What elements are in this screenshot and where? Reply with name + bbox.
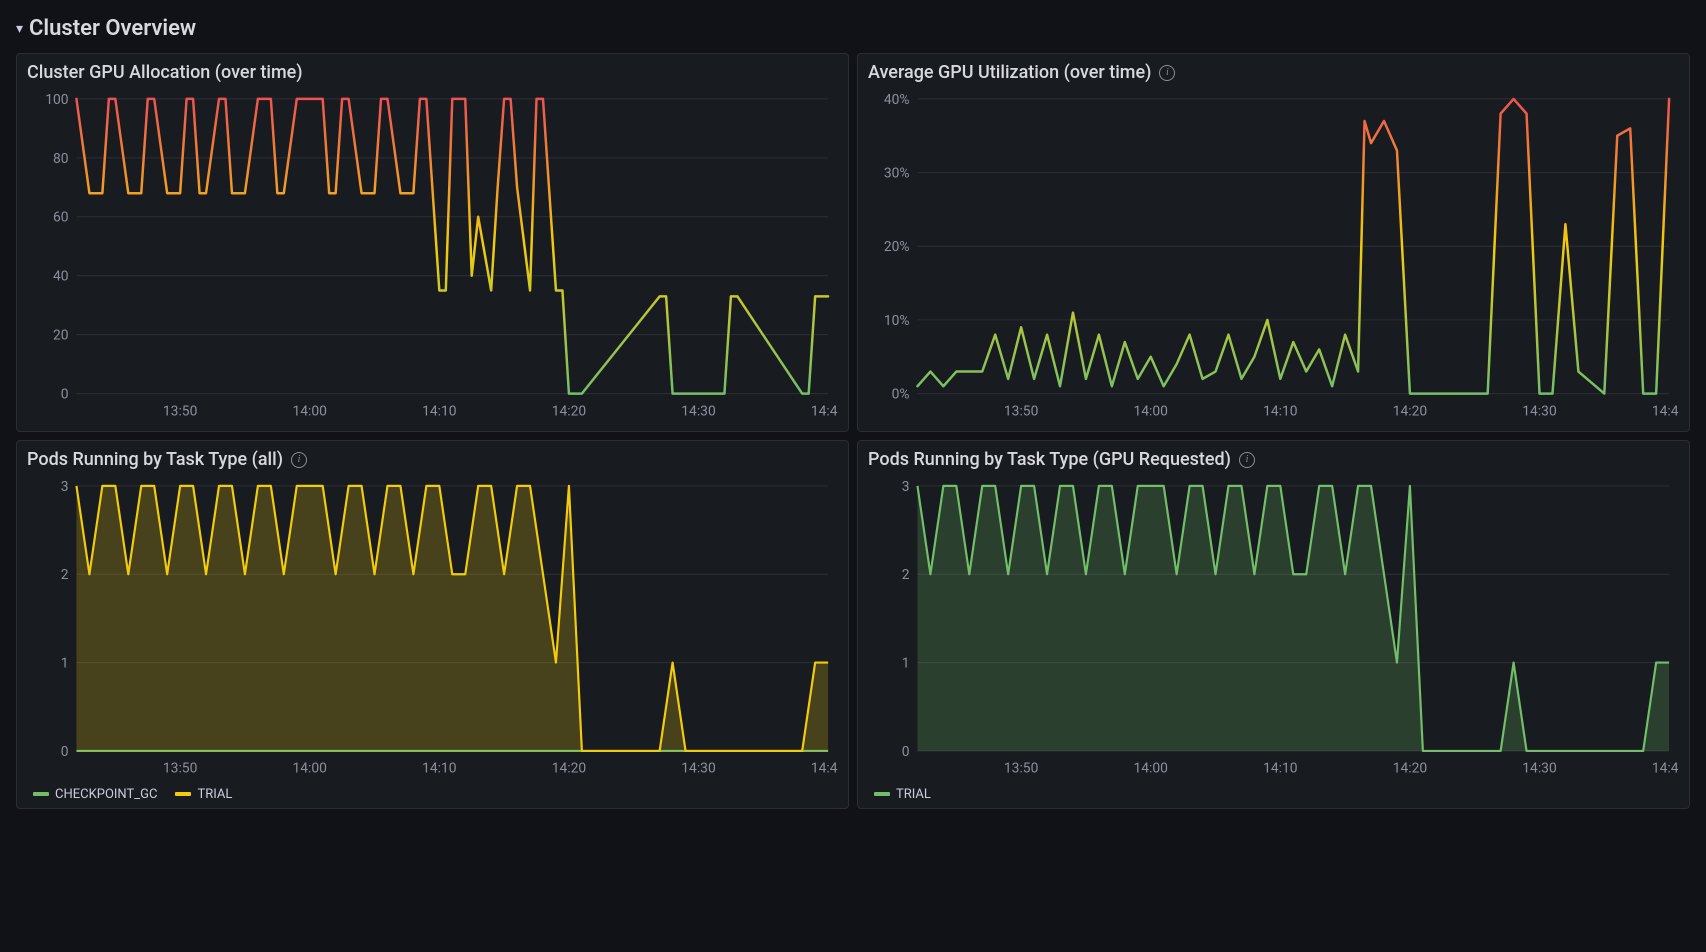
chart: 0 1 2 3 13:50 14:00 14:10 14:20 14:30 14:40 bbox=[27, 476, 838, 783]
chart: 0% 10% 20% 30% 40% 13:50 14:00 14:10 14:20 14:30 1… bbox=[868, 89, 1679, 425]
svg-text:0: 0 bbox=[902, 744, 910, 760]
svg-text:1: 1 bbox=[61, 656, 69, 672]
panel-header: Average GPU Utilization (over time) i bbox=[868, 62, 1679, 83]
panel-title: Cluster GPU Allocation (over time) bbox=[27, 62, 303, 83]
legend-swatch bbox=[175, 792, 191, 796]
svg-text:0: 0 bbox=[61, 744, 69, 760]
panel-header: Pods Running by Task Type (GPU Requested… bbox=[868, 449, 1679, 470]
svg-text:2: 2 bbox=[902, 567, 910, 583]
svg-text:30%: 30% bbox=[884, 166, 910, 182]
svg-text:14:40: 14:40 bbox=[1652, 761, 1679, 777]
legend-swatch bbox=[874, 792, 890, 796]
panel-gpu-utilization[interactable]: Average GPU Utilization (over time) i 0%… bbox=[857, 53, 1690, 432]
svg-text:20: 20 bbox=[53, 328, 69, 344]
legend-item[interactable]: TRIAL bbox=[874, 787, 931, 802]
panel-pods-gpu[interactable]: Pods Running by Task Type (GPU Requested… bbox=[857, 440, 1690, 809]
panel-grid: Cluster GPU Allocation (over time) 02040… bbox=[16, 53, 1690, 809]
legend-item[interactable]: TRIAL bbox=[175, 787, 232, 802]
svg-text:3: 3 bbox=[902, 479, 910, 495]
panel-gpu-allocation[interactable]: Cluster GPU Allocation (over time) 0 20 40… bbox=[16, 53, 849, 432]
svg-text:14:10: 14:10 bbox=[422, 403, 456, 419]
legend-label: CHECKPOINT_GC bbox=[55, 787, 157, 802]
svg-text:14:20: 14:20 bbox=[1393, 761, 1427, 777]
legend-label: TRIAL bbox=[197, 787, 232, 802]
panel-header: Pods Running by Task Type (all) i bbox=[27, 449, 838, 470]
svg-text:14:10: 14:10 bbox=[422, 761, 456, 777]
panel-pods-all[interactable]: Pods Running by Task Type (all) i 0 1 2 3 13… bbox=[16, 440, 849, 809]
legend-label: TRIAL bbox=[896, 787, 931, 802]
legend: CHECKPOINT_GC TRIAL bbox=[27, 783, 838, 802]
panel-header: Cluster GPU Allocation (over time) bbox=[27, 62, 838, 83]
svg-text:2: 2 bbox=[61, 567, 69, 583]
svg-text:14:10: 14:10 bbox=[1263, 403, 1297, 419]
svg-text:14:20: 14:20 bbox=[552, 761, 586, 777]
svg-text:14:30: 14:30 bbox=[681, 403, 715, 419]
legend: TRIAL bbox=[868, 783, 1679, 802]
svg-text:0%: 0% bbox=[892, 387, 910, 403]
svg-text:80: 80 bbox=[53, 151, 69, 167]
info-icon[interactable]: i bbox=[1239, 452, 1255, 468]
svg-text:0: 0 bbox=[61, 387, 69, 403]
svg-text:14:00: 14:00 bbox=[1134, 761, 1168, 777]
svg-text:40: 40 bbox=[53, 269, 69, 285]
svg-text:14:30: 14:30 bbox=[681, 761, 715, 777]
svg-text:100: 100 bbox=[45, 92, 68, 108]
svg-text:40%: 40% bbox=[884, 92, 910, 108]
svg-text:60: 60 bbox=[53, 210, 69, 226]
panel-title: Pods Running by Task Type (all) bbox=[27, 449, 283, 470]
svg-text:13:50: 13:50 bbox=[163, 761, 197, 777]
svg-text:14:30: 14:30 bbox=[1522, 761, 1556, 777]
info-icon[interactable]: i bbox=[1159, 65, 1175, 81]
svg-text:14:40: 14:40 bbox=[811, 403, 838, 419]
svg-text:13:50: 13:50 bbox=[163, 403, 197, 419]
info-icon[interactable]: i bbox=[291, 452, 307, 468]
svg-text:3: 3 bbox=[61, 479, 69, 495]
panel-title: Average GPU Utilization (over time) bbox=[868, 62, 1151, 83]
chevron-down-icon: ▾ bbox=[16, 21, 23, 37]
chart: 0 20 40 60 80 100 13:50 14:00 14:10 14:20 14:30 14:… bbox=[27, 89, 838, 425]
chart: 0 1 2 3 13:50 14:00 14:10 14:20 14:30 14:40 bbox=[868, 476, 1679, 783]
svg-text:14:20: 14:20 bbox=[552, 403, 586, 419]
svg-text:14:40: 14:40 bbox=[1652, 403, 1679, 419]
section-title: Cluster Overview bbox=[29, 16, 196, 41]
svg-text:20%: 20% bbox=[884, 239, 910, 255]
svg-text:13:50: 13:50 bbox=[1004, 403, 1038, 419]
svg-text:10%: 10% bbox=[884, 313, 910, 329]
legend-item[interactable]: CHECKPOINT_GC bbox=[33, 787, 157, 802]
svg-text:14:40: 14:40 bbox=[811, 761, 838, 777]
svg-text:14:30: 14:30 bbox=[1522, 403, 1556, 419]
svg-text:14:20: 14:20 bbox=[1393, 403, 1427, 419]
svg-text:14:00: 14:00 bbox=[293, 403, 327, 419]
svg-text:14:00: 14:00 bbox=[1134, 403, 1168, 419]
legend-swatch bbox=[33, 792, 49, 796]
panel-title: Pods Running by Task Type (GPU Requested… bbox=[868, 449, 1231, 470]
svg-text:14:00: 14:00 bbox=[293, 761, 327, 777]
svg-text:14:10: 14:10 bbox=[1263, 761, 1297, 777]
section-header[interactable]: ▾ Cluster Overview bbox=[16, 16, 1690, 41]
svg-text:1: 1 bbox=[902, 656, 910, 672]
svg-text:13:50: 13:50 bbox=[1004, 761, 1038, 777]
